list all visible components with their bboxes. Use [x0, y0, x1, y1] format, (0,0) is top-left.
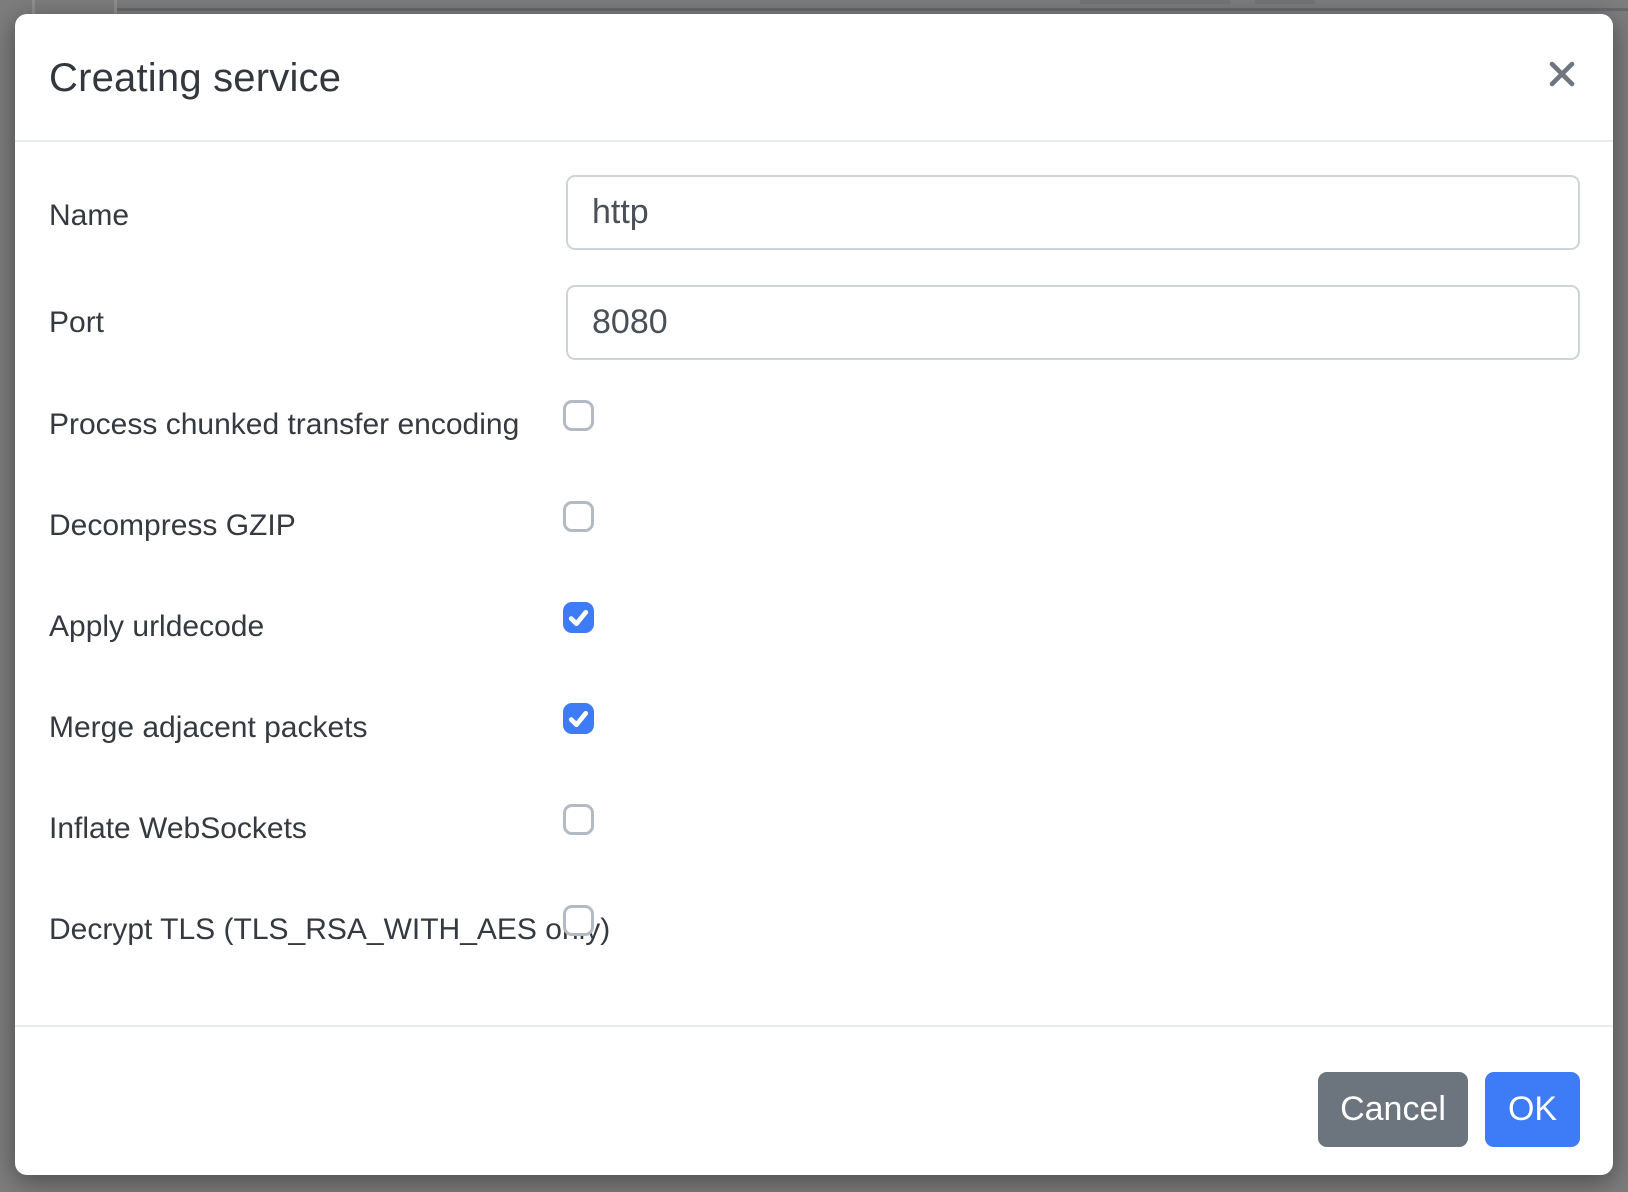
backdrop-page-line	[117, 8, 1628, 11]
port-input[interactable]	[566, 285, 1580, 360]
checkbox-label-merge-adjacent: Merge adjacent packets	[49, 709, 368, 747]
close-button[interactable]	[1544, 58, 1580, 94]
port-label: Port	[49, 304, 104, 342]
checkbox-inflate-websockets[interactable]	[563, 804, 594, 835]
dialog-header: Creating service	[15, 14, 1613, 142]
dialog-footer: Cancel OK	[15, 1025, 1613, 1175]
creating-service-dialog: Creating service Name Port Process chunk…	[15, 14, 1613, 1175]
checkbox-apply-urldecode[interactable]	[563, 602, 594, 633]
backdrop-page-edge	[114, 0, 117, 14]
backdrop-page-edge	[32, 0, 35, 14]
checkmark-icon	[566, 706, 591, 731]
name-label: Name	[49, 197, 129, 235]
checkbox-decompress-gzip[interactable]	[563, 501, 594, 532]
checkbox-merge-adjacent[interactable]	[563, 703, 594, 734]
checkbox-process-chunked[interactable]	[563, 400, 594, 431]
close-icon	[1547, 59, 1577, 94]
ok-button[interactable]: OK	[1485, 1072, 1580, 1147]
checkbox-label-decompress-gzip: Decompress GZIP	[49, 507, 296, 545]
checkbox-label-decrypt-tls: Decrypt TLS (TLS_RSA_WITH_AES only)	[49, 911, 610, 949]
checkbox-label-apply-urldecode: Apply urldecode	[49, 608, 264, 646]
checkbox-decrypt-tls[interactable]	[563, 905, 594, 936]
dialog-title: Creating service	[49, 56, 341, 100]
checkbox-label-process-chunked: Process chunked transfer encoding	[49, 406, 519, 444]
checkbox-label-inflate-websockets: Inflate WebSockets	[49, 810, 307, 848]
cancel-button[interactable]: Cancel	[1318, 1072, 1468, 1147]
name-input[interactable]	[566, 175, 1580, 250]
backdrop-page-text	[1255, 0, 1315, 4]
backdrop-page-text	[1080, 0, 1230, 4]
checkmark-icon	[566, 605, 591, 630]
